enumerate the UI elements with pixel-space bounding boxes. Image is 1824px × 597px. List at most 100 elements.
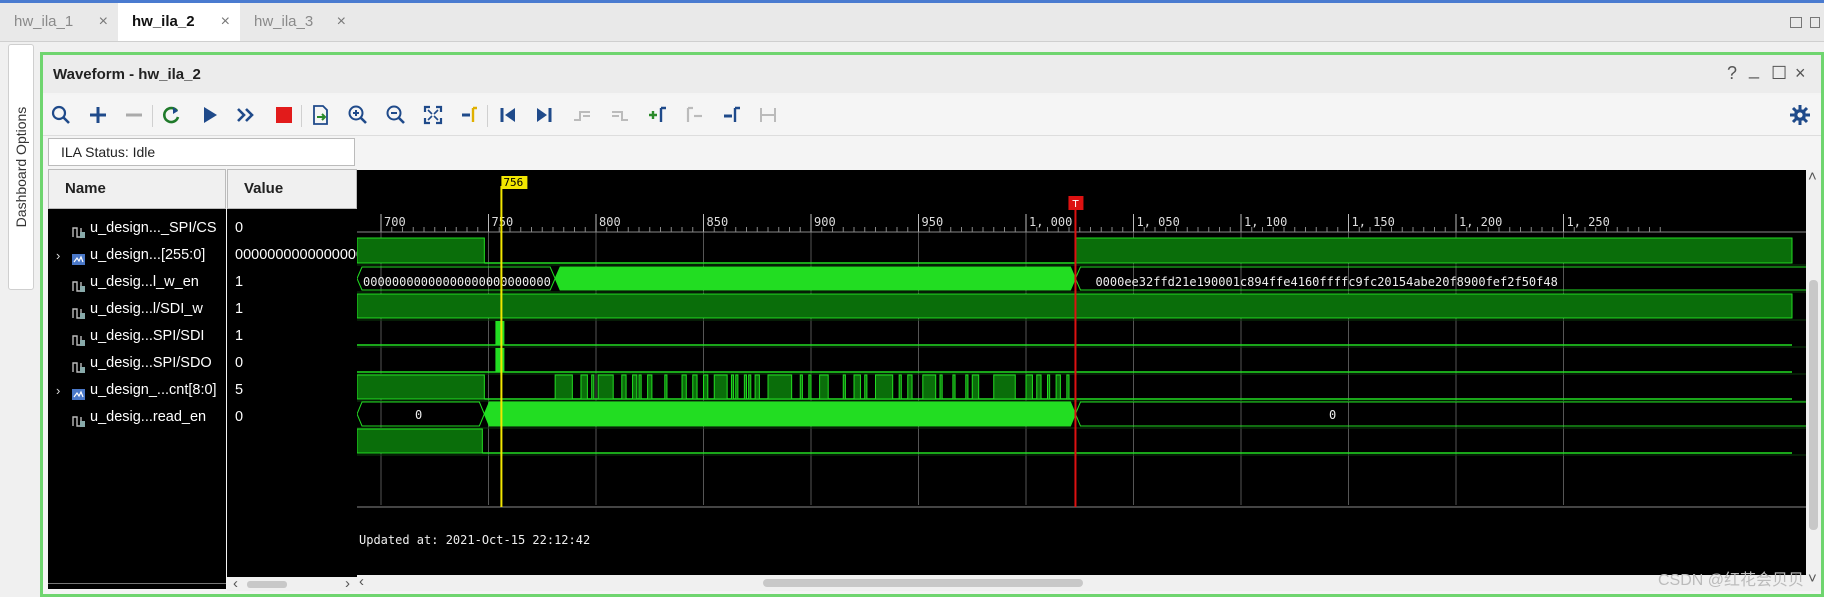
signal-high — [580, 374, 588, 400]
tab-hw-ila-2[interactable]: hw_ila_2 × — [118, 3, 240, 41]
value-column-scrollbar[interactable]: ‹ › — [227, 575, 357, 592]
toolbar-separator — [152, 105, 153, 127]
bus-value-text: 0000ee32ffd21e190001c894ffe4160ffffc9fc2… — [1095, 275, 1557, 289]
dashboard-options-tab[interactable]: Dashboard Options — [8, 44, 34, 290]
zoom-out-icon[interactable] — [381, 100, 411, 130]
waveform-canvas[interactable]: 7007508008509009501, 0001, 0501, 1001, 1… — [357, 170, 1806, 591]
signal-name: u_desig...SPI/SDO — [90, 355, 212, 371]
signal-value: 1 — [235, 301, 244, 317]
signal-high — [1055, 374, 1061, 400]
signal-row[interactable]: u_desig...read_en — [48, 404, 226, 431]
signal-high — [864, 374, 868, 400]
wire-signal-icon — [72, 303, 86, 319]
signal-row[interactable]: › u_design_...cnt[8:0] — [48, 377, 226, 404]
bus-segment — [554, 266, 1076, 291]
swap-cursor-icon — [753, 100, 783, 130]
toolbar-separator — [487, 105, 488, 127]
signal-row[interactable]: › u_design...[255:0] — [48, 242, 226, 269]
close-icon[interactable]: × — [221, 3, 230, 41]
signal-row[interactable]: u_design..._SPI/CS — [48, 215, 226, 242]
expand-icon[interactable]: › — [56, 377, 60, 404]
signal-row[interactable]: u_desig...l/SDI_w — [48, 296, 226, 323]
scroll-down-icon[interactable]: ˅ — [1808, 570, 1817, 587]
signal-high — [799, 374, 803, 400]
signal-high — [1066, 374, 1070, 400]
next-transition-icon — [605, 100, 635, 130]
tick-label: 1, 150 — [1352, 215, 1395, 229]
scroll-up-icon[interactable]: ˄ — [1808, 168, 1817, 185]
name-column-header[interactable]: Name — [48, 169, 226, 209]
signal-row[interactable]: u_desig...SPI/SDO — [48, 350, 226, 377]
dashboard-options-label: Dashboard Options — [13, 106, 29, 228]
stop-icon[interactable] — [269, 100, 299, 130]
signal-value: 5 — [235, 382, 244, 398]
maximize-icon[interactable] — [1790, 17, 1802, 28]
signal-pulse — [495, 348, 505, 372]
scroll-left-icon[interactable]: ‹ — [359, 573, 364, 590]
divider — [48, 583, 226, 584]
float-icon[interactable] — [1810, 17, 1820, 28]
zoom-fit-icon[interactable] — [418, 100, 448, 130]
scroll-thumb[interactable] — [1809, 280, 1818, 530]
signal-high — [853, 374, 861, 400]
tick-label: 1, 250 — [1567, 215, 1610, 229]
zoom-in-icon[interactable] — [343, 100, 373, 130]
close-icon[interactable]: × — [337, 3, 346, 41]
signal-name: u_design_...cnt[8:0] — [90, 382, 217, 398]
signal-high — [1025, 374, 1033, 400]
export-icon[interactable] — [305, 100, 335, 130]
help-icon[interactable]: ? — [1727, 63, 1737, 84]
signal-high — [735, 374, 739, 400]
panel-title-bar: Waveform - hw_ila_2 ? _ ☐ × — [43, 55, 1821, 93]
signal-high — [993, 374, 1016, 400]
signal-row[interactable]: u_desig...l_w_en — [48, 269, 226, 296]
gear-icon[interactable] — [1785, 100, 1815, 130]
waveform-area[interactable]: 7007508008509009501, 0001, 0501, 1001, 1… — [357, 170, 1806, 591]
signal-high — [939, 374, 943, 400]
waveform-horizontal-scrollbar[interactable]: ‹ — [357, 573, 1806, 591]
wire-signal-icon — [72, 411, 86, 427]
go-to-cursor-icon[interactable] — [455, 100, 485, 130]
scroll-left-icon[interactable]: ‹ — [233, 575, 238, 592]
tab-hw-ila-1[interactable]: hw_ila_1 × — [0, 3, 118, 41]
next-marker-icon[interactable] — [717, 100, 747, 130]
run-trigger-icon[interactable] — [195, 100, 225, 130]
watermark: CSDN @红花会贝贝 — [1657, 572, 1804, 589]
close-icon[interactable]: × — [1795, 63, 1806, 84]
scroll-thumb[interactable] — [763, 579, 1083, 587]
run-immediate-icon[interactable] — [231, 100, 261, 130]
signal-high — [713, 374, 728, 400]
signal-high — [632, 374, 638, 400]
tab-label: hw_ila_2 — [132, 13, 195, 30]
search-icon[interactable] — [46, 100, 76, 130]
bus-signal-icon — [72, 384, 86, 400]
signal-value-column: 0 0000000000000000 1 1 1 0 5 0 — [227, 209, 357, 589]
tick-label: 1, 000 — [1029, 215, 1072, 229]
add-marker-icon[interactable] — [643, 100, 673, 130]
tab-hw-ila-3[interactable]: hw_ila_3 × — [240, 3, 356, 41]
expand-icon[interactable]: › — [56, 242, 60, 269]
signal-row[interactable]: u_desig...SPI/SDI — [48, 323, 226, 350]
value-column-header[interactable]: Value — [227, 169, 357, 209]
refresh-icon[interactable] — [157, 100, 187, 130]
add-icon[interactable] — [83, 100, 113, 130]
signal-high — [554, 374, 573, 400]
signal-high — [907, 374, 913, 400]
scroll-thumb[interactable] — [247, 581, 287, 588]
signal-high — [1036, 374, 1042, 400]
waveform-vertical-scrollbar[interactable]: ˄ ˅ — [1806, 168, 1821, 591]
scroll-right-icon[interactable]: › — [345, 575, 350, 592]
signal-high — [621, 374, 627, 400]
signal-high — [819, 374, 829, 400]
tab-label: hw_ila_1 — [14, 13, 74, 30]
restore-icon[interactable]: ☐ — [1771, 63, 1787, 84]
go-to-start-icon[interactable] — [493, 100, 523, 130]
remove-icon — [119, 100, 149, 130]
wire-signal-icon — [72, 357, 86, 373]
go-to-end-icon[interactable] — [529, 100, 559, 130]
signal-high — [748, 374, 752, 400]
close-icon[interactable]: × — [99, 3, 108, 41]
minimize-icon[interactable]: _ — [1749, 59, 1759, 80]
signal-value: 0 — [235, 220, 244, 236]
signal-high — [664, 374, 668, 400]
